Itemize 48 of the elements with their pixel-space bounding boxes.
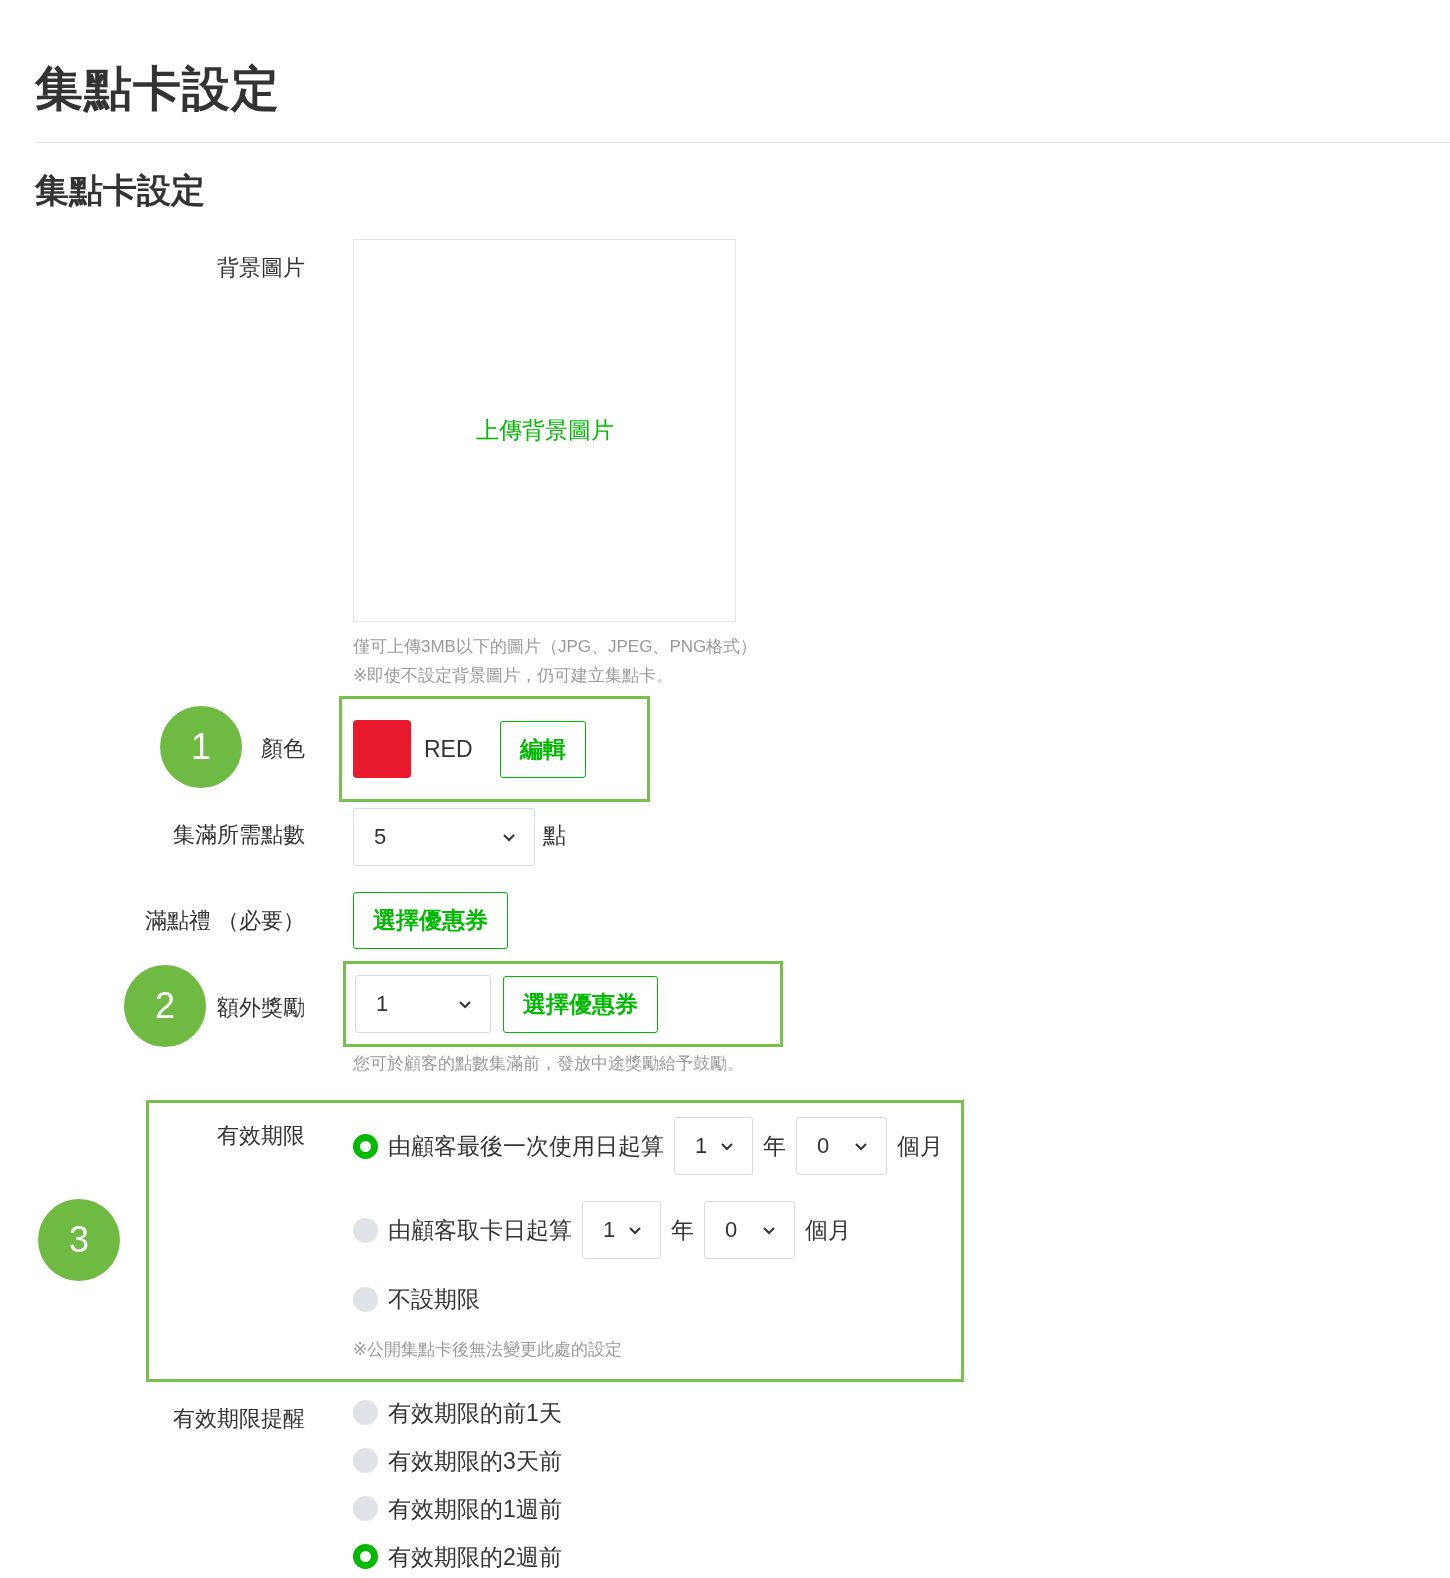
field-label: 有效期限提醒 xyxy=(173,1405,305,1433)
option-label: 由顧客最後一次使用日起算 xyxy=(388,1131,664,1161)
dropdown[interactable]: 0 xyxy=(704,1201,795,1259)
option-label: 有效期限的2週前 xyxy=(388,1544,562,1570)
dropdown[interactable]: 1 xyxy=(582,1201,661,1259)
option-label: 有效期限的前1天 xyxy=(388,1400,562,1426)
dropdown[interactable]: 5 xyxy=(353,808,535,866)
color-name: RED xyxy=(424,735,474,763)
step-marker: 2 xyxy=(124,965,206,1047)
chevron-down-icon xyxy=(628,1225,642,1235)
field-label: 滿點禮 （必要） xyxy=(144,907,305,935)
step-marker: 1 xyxy=(160,706,242,788)
radio-button[interactable] xyxy=(353,1217,378,1243)
hint-text: ※即使不設定背景圖片，仍可建立集點卡。 xyxy=(353,665,675,687)
dropdown[interactable]: 1 xyxy=(355,975,491,1033)
chevron-down-icon xyxy=(720,1141,734,1151)
radio-button[interactable] xyxy=(353,1133,378,1159)
unit-label: 點 xyxy=(543,821,566,850)
unit-label: 年 xyxy=(763,1131,786,1161)
radio-button[interactable] xyxy=(353,1544,378,1569)
step-marker: 3 xyxy=(38,1199,120,1281)
chevron-down-icon xyxy=(762,1225,776,1235)
field-label: 背景圖片 xyxy=(217,254,305,282)
page-title: 集點卡設定 xyxy=(35,61,281,117)
unit-label: 個月 xyxy=(897,1131,943,1161)
option-label: 不設期限 xyxy=(388,1284,480,1314)
field-label: 額外獎勵 xyxy=(217,994,305,1022)
dropdown[interactable]: 1 xyxy=(674,1117,753,1175)
section-title: 集點卡設定 xyxy=(35,170,206,211)
option-label: 有效期限的3天前 xyxy=(388,1448,562,1474)
option-label: 有效期限的1週前 xyxy=(388,1496,562,1522)
radio-button[interactable] xyxy=(353,1286,378,1312)
chevron-down-icon xyxy=(854,1141,868,1151)
unit-label: 年 xyxy=(671,1215,694,1245)
radio-button[interactable] xyxy=(353,1496,378,1521)
hint-text: ※公開集點卡後無法變更此處的設定 xyxy=(353,1339,624,1361)
field-label: 有效期限 xyxy=(217,1122,305,1150)
radio-button[interactable] xyxy=(353,1400,378,1425)
option-label: 由顧客取卡日起算 xyxy=(388,1215,572,1245)
dropdown[interactable]: 0 xyxy=(796,1117,887,1175)
chevron-down-icon xyxy=(502,832,516,842)
field-label: 顏色 xyxy=(261,735,305,763)
hint-text: 僅可上傳3MB以下的圖片（JPG、JPEG、PNG格式） xyxy=(353,636,759,658)
field-label: 集滿所需點數 xyxy=(173,821,305,849)
hint-text: 您可於顧客的點數集滿前，發放中途獎勵給予鼓勵。 xyxy=(353,1053,745,1075)
radio-button[interactable] xyxy=(353,1448,378,1473)
chevron-down-icon xyxy=(458,999,472,1009)
unit-label: 個月 xyxy=(805,1215,851,1245)
